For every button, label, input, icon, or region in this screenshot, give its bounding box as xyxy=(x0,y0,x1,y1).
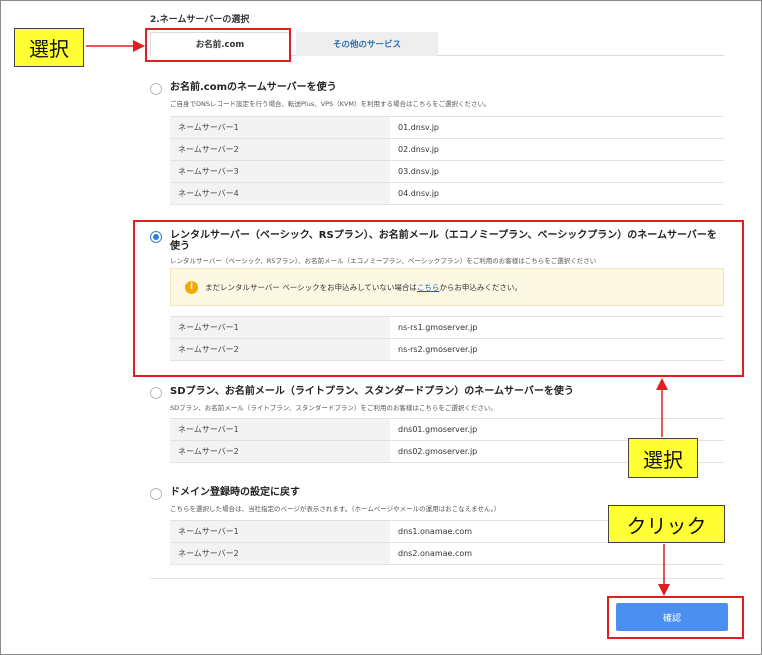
table-row: ネームサーバー1 01.dnsv.jp xyxy=(170,116,724,139)
option-title: お名前.comのネームサーバーを使う xyxy=(170,82,337,93)
callout-select-option: 選択 xyxy=(628,438,698,478)
option-description: ご自身でDNSレコード設定を行う場合、転送Plus、VPS（KVM）を利用する場… xyxy=(170,100,491,108)
nameserver-value: 04.dnsv.jp xyxy=(390,182,724,205)
option-description: こちらを選択した場合は、当社指定のページが表示されます。（ホームページやメールの… xyxy=(170,505,501,513)
nameserver-value: 02.dnsv.jp xyxy=(390,138,724,161)
nameserver-label: ネームサーバー3 xyxy=(170,160,390,183)
callout-click: クリック xyxy=(608,505,725,543)
nameserver-label: ネームサーバー2 xyxy=(170,440,390,463)
divider xyxy=(150,578,724,579)
nameserver-label: ネームサーバー1 xyxy=(170,116,390,139)
nameserver-label: ネームサーバー4 xyxy=(170,182,390,205)
nameserver-label: ネームサーバー2 xyxy=(170,542,390,565)
nameserver-label: ネームサーバー1 xyxy=(170,520,390,543)
section-title: 2.ネームサーバーの選択 xyxy=(150,15,250,25)
table-row: ネームサーバー2 02.dnsv.jp xyxy=(170,138,724,161)
table-row: ネームサーバー4 04.dnsv.jp xyxy=(170,182,724,205)
option-title: ドメイン登録時の設定に戻す xyxy=(170,487,300,498)
option-default-radio[interactable] xyxy=(150,488,162,500)
nameserver-value: 01.dnsv.jp xyxy=(390,116,724,139)
table-row: ネームサーバー2 dns2.onamae.com xyxy=(170,542,724,565)
nameserver-label: ネームサーバー1 xyxy=(170,418,390,441)
nameserver-value: dns2.onamae.com xyxy=(390,542,724,565)
option-title: SDプラン、お名前メール（ライトプラン、スタンダードプラン）のネームサーバーを使… xyxy=(170,386,574,397)
nameserver-label: ネームサーバー2 xyxy=(170,138,390,161)
option-sd-radio[interactable] xyxy=(150,387,162,399)
tab-other-services[interactable]: その他のサービス xyxy=(296,32,438,56)
option-description: SDプラン、お名前メール（ライトプラン、スタンダードプラン）をご利用のお客様はこ… xyxy=(170,404,497,412)
table-row: ネームサーバー3 03.dnsv.jp xyxy=(170,160,724,183)
highlight-selected-option xyxy=(133,220,744,377)
highlight-confirm-button xyxy=(607,596,744,639)
nameserver-table: ネームサーバー1 01.dnsv.jp ネームサーバー2 02.dnsv.jp ネー… xyxy=(170,116,724,205)
nameserver-value: 03.dnsv.jp xyxy=(390,160,724,183)
option-onamae-radio[interactable] xyxy=(150,83,162,95)
highlight-tab xyxy=(145,28,291,62)
callout-select-tab: 選択 xyxy=(14,28,84,67)
